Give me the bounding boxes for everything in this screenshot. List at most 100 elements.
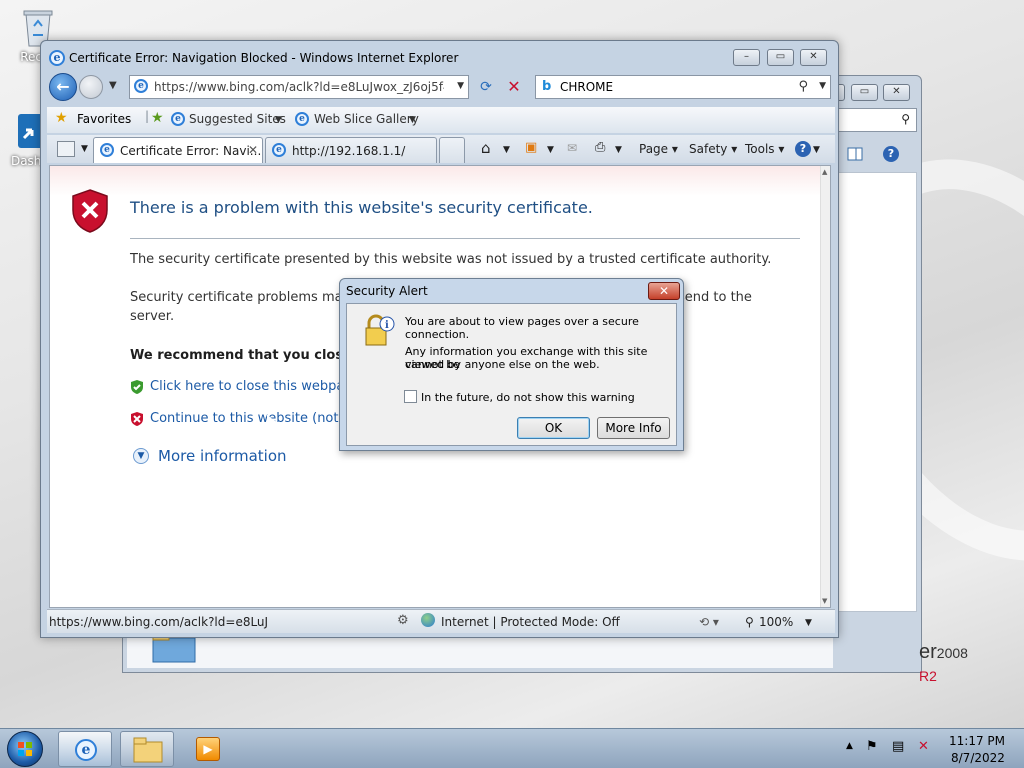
help-icon[interactable]: ?: [795, 141, 811, 157]
tab-list-dropdown-icon[interactable]: ▼: [81, 144, 88, 154]
start-button[interactable]: [7, 731, 43, 767]
action-center-flag-icon[interactable]: ⚑: [866, 739, 878, 754]
tools-menu[interactable]: Tools ▾: [745, 142, 784, 156]
shield-error-icon: [70, 188, 110, 234]
clock-time[interactable]: 11:17 PM: [949, 734, 1005, 748]
address-bar[interactable]: e https://www.bing.com/aclk?ld=e8LuJwox_…: [129, 75, 469, 99]
pane-icon[interactable]: [847, 146, 863, 165]
volume-muted-icon[interactable]: ✕: [918, 739, 929, 754]
page-menu[interactable]: Page ▾: [639, 142, 678, 156]
dont-show-checkbox[interactable]: [404, 390, 417, 403]
taskbar-ie-button[interactable]: e: [58, 731, 112, 767]
more-info-button[interactable]: More Info: [597, 417, 670, 439]
zoom-level[interactable]: 100%: [759, 615, 793, 629]
feeds-icon[interactable]: ▣: [525, 140, 537, 155]
continue-to-website-link[interactable]: Continue to this website (not re: [150, 411, 356, 426]
chevron-down-icon[interactable]: ▼: [409, 115, 416, 125]
new-tab-button[interactable]: [439, 137, 465, 163]
zoom-icon[interactable]: ⚲: [745, 615, 754, 629]
ie-logo-icon: e: [75, 739, 97, 761]
window-title: Certificate Error: Navigation Blocked - …: [69, 51, 459, 65]
more-information-link[interactable]: More information: [158, 447, 287, 465]
search-icon[interactable]: ⚲: [798, 79, 808, 94]
close-button[interactable]: ✕: [800, 49, 827, 66]
scroll-up-arrow[interactable]: ▲: [822, 168, 827, 176]
close-webpage-link[interactable]: Click here to close this webpag: [150, 379, 353, 394]
ok-button[interactable]: OK: [517, 417, 590, 439]
security-status-icon[interactable]: ⚙: [397, 613, 409, 628]
safety-menu-label: Safety: [689, 142, 728, 156]
bg-maximize-button[interactable]: ▭: [851, 84, 878, 101]
media-player-icon[interactable]: ▶: [196, 737, 220, 761]
search-box[interactable]: b CHROME ⚲ ▼: [535, 75, 831, 99]
show-hidden-icons[interactable]: ▲: [846, 741, 853, 751]
feeds-dropdown-icon[interactable]: ▼: [547, 145, 554, 155]
taskbar-explorer-button[interactable]: [120, 731, 174, 767]
server-brand: er2008 R2: [919, 641, 968, 687]
chevron-down-icon[interactable]: ▼: [275, 115, 282, 125]
tab-close-icon[interactable]: ✕: [248, 143, 258, 157]
back-button[interactable]: ←: [49, 73, 77, 101]
search-input[interactable]: CHROME: [560, 80, 613, 94]
print-dropdown-icon[interactable]: ▼: [615, 145, 622, 155]
quick-tabs-icon[interactable]: [57, 141, 75, 157]
shield-warning-icon: [130, 411, 144, 427]
zoom-dropdown-icon[interactable]: ▼: [805, 618, 812, 628]
web-slice-icon: e: [295, 112, 309, 126]
mail-icon[interactable]: ✉: [567, 141, 577, 155]
error-paragraph-2-line1-end: send to the: [678, 290, 752, 305]
print-icon[interactable]: ⎙: [595, 140, 605, 155]
search-dropdown-icon[interactable]: ▼: [819, 81, 826, 91]
suggested-sites-link[interactable]: Suggested Sites: [189, 112, 286, 126]
recent-pages-dropdown[interactable]: ▼: [109, 80, 117, 91]
bg-close-button[interactable]: ✕: [883, 84, 910, 101]
vertical-scrollbar[interactable]: ▲ ▼: [820, 166, 830, 607]
bg-search-box[interactable]: ⚲: [831, 108, 917, 132]
navigation-bar: ← ▼ e https://www.bing.com/aclk?ld=e8LuJ…: [47, 73, 835, 103]
svg-text:i: i: [385, 320, 389, 331]
windows-logo-icon: [18, 742, 32, 756]
network-icon[interactable]: ▤: [892, 739, 904, 754]
safety-menu[interactable]: Safety ▾: [689, 142, 737, 156]
error-heading: There is a problem with this website's s…: [130, 198, 593, 217]
add-favorites-icon[interactable]: ★: [151, 110, 164, 126]
dialog-close-button[interactable]: ✕: [648, 282, 680, 300]
web-slice-gallery-link[interactable]: Web Slice Gallery: [314, 112, 419, 126]
favorites-star-icon: ★: [55, 110, 68, 126]
clock-date[interactable]: 8/7/2022: [951, 751, 1005, 765]
favorites-button[interactable]: Favorites: [77, 112, 131, 126]
change-status-icon[interactable]: ⟲ ▾: [699, 615, 719, 629]
expand-chevron-icon[interactable]: ▼: [133, 448, 149, 464]
page-menu-label: Page: [639, 142, 669, 156]
tab-icon: e: [100, 143, 114, 157]
minimize-button[interactable]: –: [733, 49, 760, 66]
tools-menu-label: Tools: [745, 142, 775, 156]
separator: |: [145, 109, 150, 123]
tab-label: Certificate Error: Navi...: [120, 144, 262, 158]
home-dropdown-icon[interactable]: ▼: [503, 145, 510, 155]
help-icon[interactable]: ?: [883, 146, 899, 162]
recommendation-text: We recommend that you close t: [130, 348, 363, 363]
taskbar: e ▶ ▲ ⚑ ▤ ✕ 11:17 PM 8/7/2022: [0, 728, 1024, 768]
forward-button[interactable]: [79, 75, 103, 99]
tab-certificate-error[interactable]: e Certificate Error: Navi... ✕: [93, 137, 263, 163]
search-icon: ⚲: [901, 112, 910, 126]
status-bar: https://www.bing.com/aclk?ld=e8LuJ ⚙ Int…: [47, 609, 835, 633]
security-alert-dialog[interactable]: Security Alert ✕ i You are about to view…: [339, 278, 684, 451]
ie-titlebar[interactable]: e Certificate Error: Navigation Blocked …: [41, 41, 838, 71]
home-icon[interactable]: ⌂: [481, 139, 491, 157]
address-input[interactable]: https://www.bing.com/aclk?ld=e8LuJwox_zJ…: [154, 80, 444, 94]
scroll-down-arrow[interactable]: ▼: [822, 597, 827, 605]
checkbox-label[interactable]: In the future, do not show this warning: [421, 391, 635, 404]
help-dropdown-icon[interactable]: ▼: [813, 145, 820, 155]
zone-status[interactable]: Internet | Protected Mode: Off: [441, 615, 620, 629]
tab-router[interactable]: e http://192.168.1.1/: [265, 137, 437, 163]
error-paragraph-2-line1: Security certificate problems may i: [130, 290, 359, 305]
refresh-icon[interactable]: ⟳: [475, 76, 497, 98]
stop-icon[interactable]: ✕: [503, 76, 525, 98]
error-paragraph-1: The security certificate presented by th…: [130, 252, 772, 267]
maximize-button[interactable]: ▭: [767, 49, 794, 66]
address-dropdown-icon[interactable]: ▼: [457, 81, 464, 91]
dialog-title: Security Alert: [346, 284, 428, 298]
ie-logo-icon: e: [49, 50, 65, 66]
